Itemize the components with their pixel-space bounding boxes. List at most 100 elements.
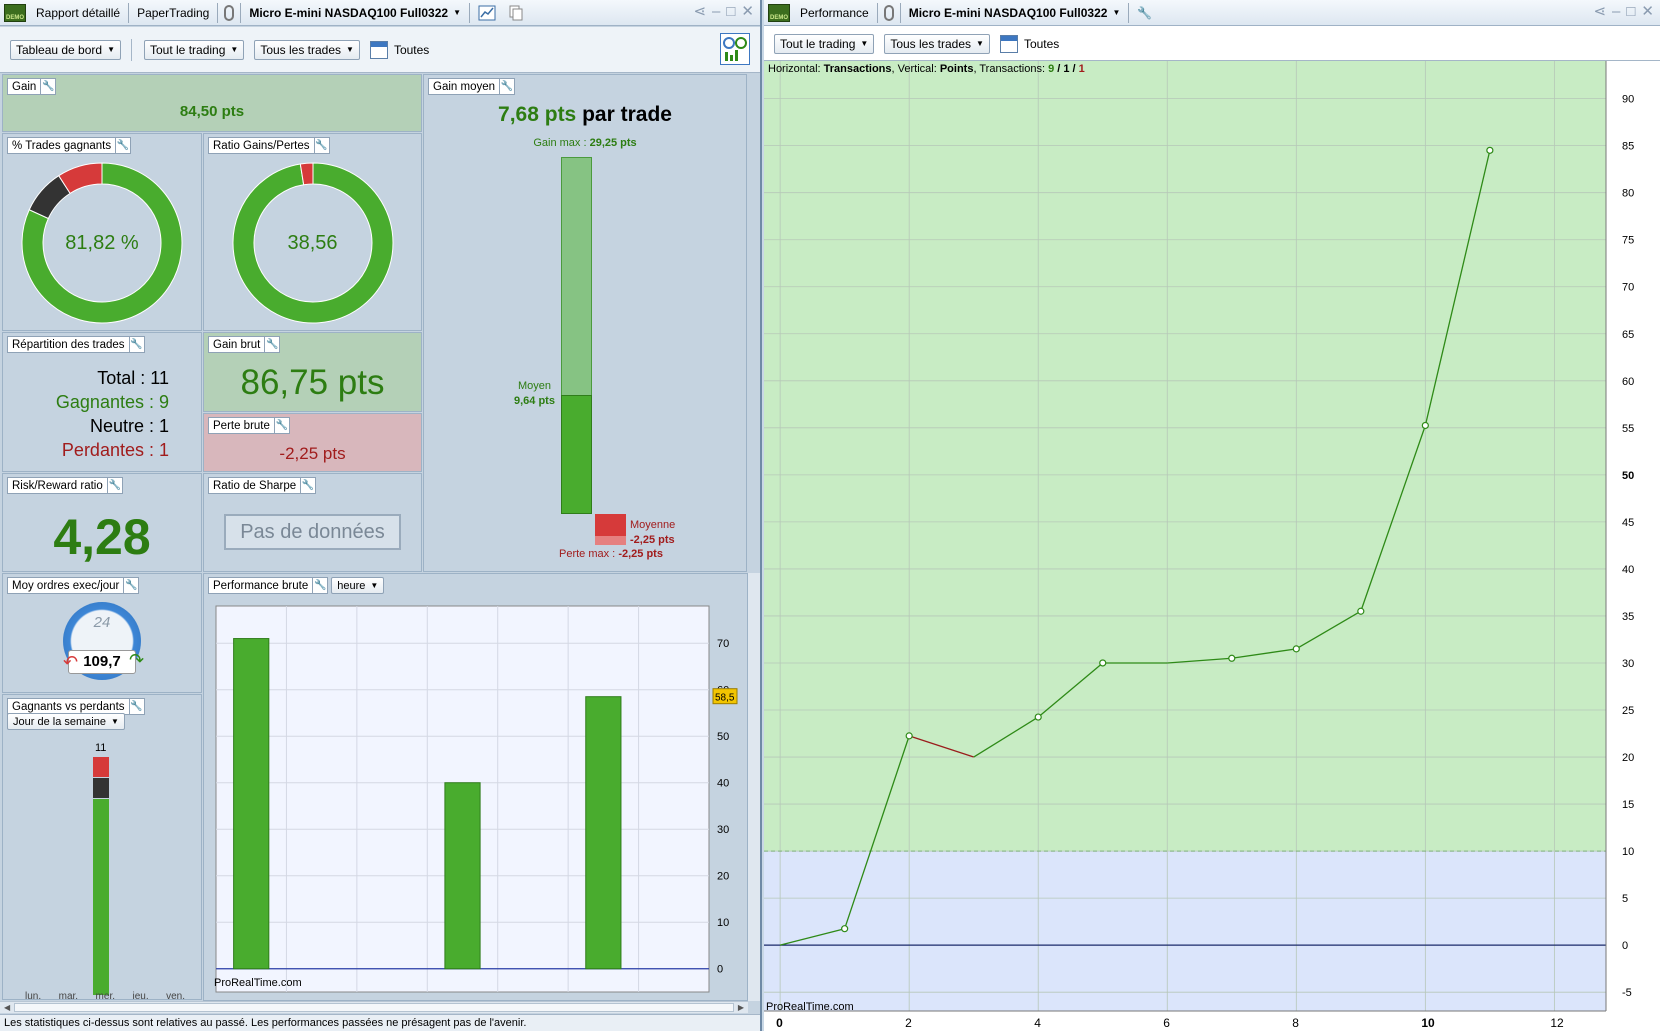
weekday-label-lun: lun. (25, 991, 42, 1000)
wrench-icon[interactable]: 🔧 (301, 477, 317, 494)
chevron-down-icon: ▼ (453, 8, 461, 17)
horizontal-scrollbar[interactable]: ◀ ▶ (0, 1001, 748, 1013)
dashboard-dropdown[interactable]: Tableau de bord ▼ (10, 39, 121, 60)
x-tick-label: 12 (1550, 1016, 1564, 1030)
copy-icon[interactable] (502, 0, 530, 26)
perf-brute-watermark: ProRealTime.com (214, 977, 302, 989)
tab-label: Performance (800, 5, 869, 20)
tab-rapport-detaille[interactable]: Rapport détaillé (30, 0, 126, 26)
weekday-bar-lose (93, 757, 109, 777)
close-icon[interactable]: ✕ (1641, 4, 1654, 20)
scroll-right-icon[interactable]: ▶ (738, 1003, 744, 1012)
vertical-scrollbar[interactable] (748, 573, 760, 1001)
wrench-icon[interactable]: 🔧 (41, 78, 57, 95)
equity-point (1421, 421, 1429, 430)
wrench-icon[interactable]: 🔧 (116, 137, 132, 154)
period-label[interactable]: Toutes (394, 43, 429, 57)
chevron-down-icon: ▼ (346, 45, 354, 54)
scroll-left-icon[interactable]: ◀ (4, 1003, 10, 1012)
performance-chart[interactable]: -5 0 5 10 15 20 25 30 35 40 45 50 55 60 65 70 75 80 85 90 0 2… (764, 61, 1660, 1031)
tab-performance[interactable]: Performance (794, 0, 875, 26)
instrument-selector[interactable]: Micro E-mini NASDAQ100 Full0322 ▼ (903, 0, 1127, 26)
scroll-thumb[interactable] (14, 1003, 734, 1012)
trades-dropdown[interactable]: Tous les trades ▼ (884, 33, 990, 54)
equity-point (1486, 146, 1494, 154)
y-tick-label: 30 (1622, 658, 1634, 670)
y-tick-label: 5 (1622, 893, 1628, 905)
wrench-icon[interactable]: 🔧 (265, 336, 281, 353)
arrow-up-icon: ↷ (129, 650, 145, 670)
calendar-icon[interactable] (999, 34, 1018, 53)
wrench-icon[interactable]: 🔧 (274, 417, 290, 434)
link-icon[interactable] (224, 4, 235, 21)
scope-dropdown[interactable]: Tout le trading ▼ (774, 33, 875, 54)
equity-point (1034, 713, 1042, 721)
repartition-list: Total : 11 Gagnantes : 9 Neutre : 1 Perd… (56, 366, 169, 462)
info-v-value: Points (939, 63, 974, 75)
maximize-icon[interactable]: □ (726, 4, 735, 20)
link-icon[interactable] (883, 4, 894, 21)
panel-title: Ratio de Sharpe (208, 477, 302, 494)
dashboard-label: Tableau de bord (16, 42, 103, 57)
instrument-selector[interactable]: Micro E-mini NASDAQ100 Full0322 ▼ (243, 0, 467, 26)
info-v-label: Vertical: (897, 63, 937, 75)
close-icon[interactable]: ✕ (741, 4, 754, 20)
tab-label: Rapport détaillé (36, 5, 121, 20)
equity-point (841, 925, 849, 933)
share-icon[interactable]: ⋖ (693, 4, 706, 20)
risk-reward-panel: Risk/Reward ratio 🔧 4,28 (2, 473, 202, 572)
loss-avg-bar (595, 514, 626, 536)
gain-max-label: Gain max : (533, 137, 587, 149)
trades-dropdown[interactable]: Tous les trades ▼ (254, 39, 360, 60)
demo-icon: DEMO (4, 3, 26, 22)
minimize-icon[interactable]: – (712, 4, 720, 20)
chart-icon[interactable] (472, 0, 502, 26)
weekday-dropdown[interactable]: Jour de la semaine ▼ (7, 713, 125, 730)
chart-info: Horizontal: Transactions, Vertical: Poin… (768, 63, 1085, 75)
disclaimer: Les statistiques ci-dessus sont relative… (0, 1014, 760, 1031)
y-tick-label: 30 (717, 824, 729, 836)
share-icon[interactable]: ⋖ (1593, 4, 1606, 20)
perf-bar-6 (585, 696, 622, 970)
maximize-icon[interactable]: □ (1626, 4, 1635, 20)
tab-papertrading[interactable]: PaperTrading (131, 0, 215, 26)
dashboard-settings-icon[interactable] (720, 33, 750, 65)
wrench-icon[interactable]: 🔧 (313, 577, 329, 594)
performance-watermark: ProRealTime.com (766, 1001, 854, 1013)
gain-brut-panel: Gain brut 🔧 86,75 pts (203, 332, 422, 412)
wrench-icon[interactable]: 🔧 (129, 698, 145, 715)
perte-brute-panel: Perte brute 🔧 -2,25 pts (203, 413, 422, 472)
moy-ordres-panel: Moy ordres exec/jour 🔧 24 109,7 ↶ ↷ (2, 573, 202, 693)
wrench-icon[interactable]: 🔧 (1131, 0, 1158, 26)
info-h-value: Transactions (823, 63, 892, 75)
gain-moyen-suffix: par trade (582, 103, 672, 126)
wrench-icon[interactable]: 🔧 (107, 477, 123, 494)
y-tick-label: 70 (717, 638, 729, 650)
ratio-gains-value: 38,56 (287, 232, 338, 254)
y-tick-label: 0 (1622, 940, 1628, 952)
y-tick-label: 10 (1622, 846, 1634, 858)
loss-avg-label: Moyenne (630, 519, 676, 531)
period-label[interactable]: Toutes (1024, 37, 1059, 51)
calendar-icon[interactable] (369, 40, 388, 59)
hour-dropdown[interactable]: heure ▼ (331, 577, 385, 594)
y-tick-label: 10 (717, 917, 729, 929)
weekday-bar-neutral (93, 778, 109, 798)
info-t-sep: / (1054, 63, 1064, 75)
wrench-icon[interactable]: 🔧 (314, 137, 330, 154)
loss-avg-value: -2,25 pts (630, 534, 675, 546)
x-tick-label: 10 (1421, 1016, 1435, 1030)
weekday-label-mar: mar. (58, 991, 79, 1000)
wrench-icon[interactable]: 🔧 (124, 577, 140, 594)
wrench-icon[interactable]: 🔧 (500, 78, 516, 95)
equity-point (1292, 645, 1300, 653)
y-tick-label: 0 (717, 964, 723, 976)
panel-title: Ratio Gains/Pertes (208, 137, 315, 154)
scope-dropdown[interactable]: Tout le trading ▼ (144, 39, 245, 60)
wrench-icon[interactable]: 🔧 (129, 336, 145, 353)
gain-panel: Gain 🔧 84,50 pts (2, 74, 422, 132)
minimize-icon[interactable]: – (1612, 4, 1620, 20)
weekday-labels: lun. mar. mer. jeu. ven. (25, 991, 185, 1000)
right-toolbar: Tout le trading ▼ Tous les trades ▼ Toutes (764, 27, 1660, 61)
chevron-down-icon: ▼ (976, 39, 984, 48)
